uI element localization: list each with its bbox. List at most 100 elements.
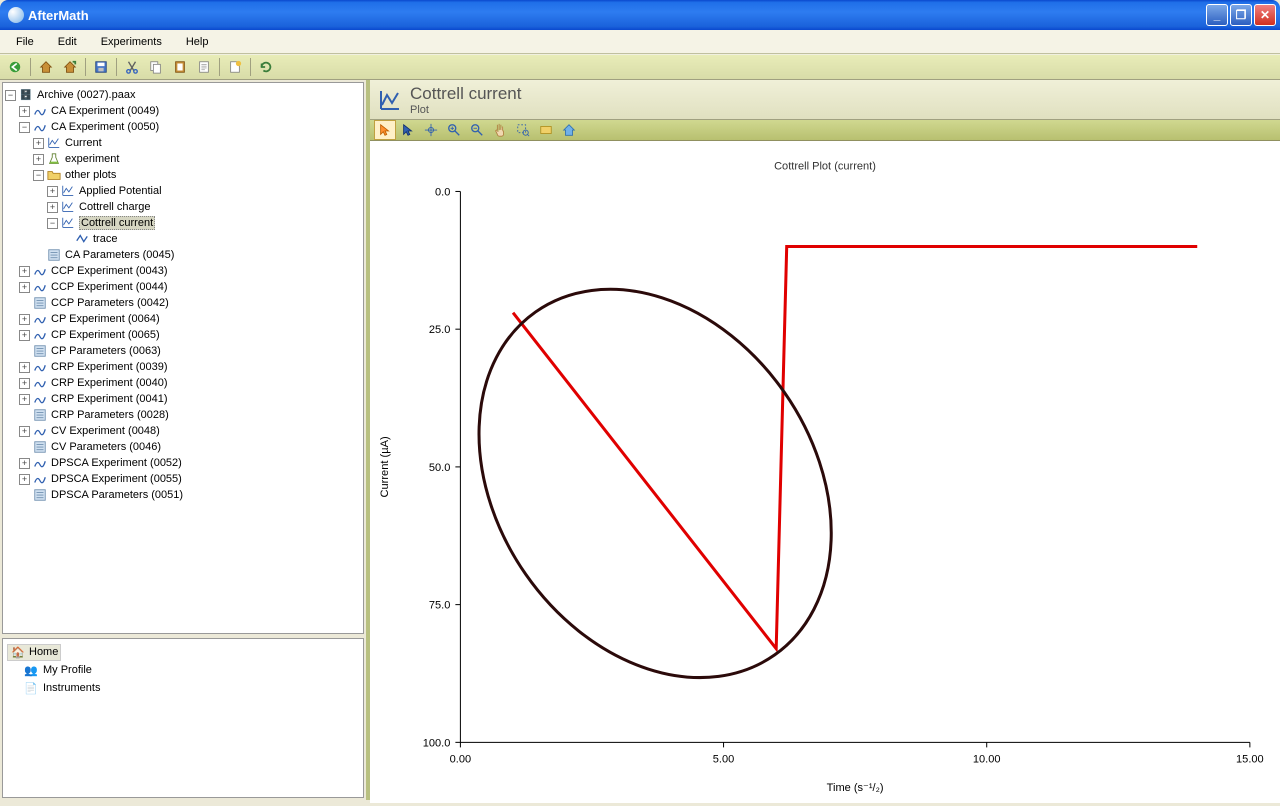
close-button[interactable]: ✕ <box>1254 4 1276 26</box>
home-button[interactable] <box>35 57 57 77</box>
svg-text:0.00: 0.00 <box>450 754 471 766</box>
tree-item[interactable]: +CV Experiment (0048) <box>5 423 361 439</box>
pan-tool-button[interactable] <box>489 120 511 140</box>
flask-icon <box>46 152 62 166</box>
expand-icon[interactable]: + <box>19 330 30 341</box>
svg-text:5.00: 5.00 <box>713 754 734 766</box>
expand-icon[interactable]: + <box>33 154 44 165</box>
new-experiment-button[interactable] <box>224 57 246 77</box>
tree-label: CCP Experiment (0043) <box>51 265 168 277</box>
menubar: File Edit Experiments Help <box>0 30 1280 54</box>
tree-item[interactable]: trace <box>5 231 361 247</box>
tree-label: CA Experiment (0049) <box>51 105 159 117</box>
plot-home-button[interactable] <box>558 120 580 140</box>
tree-item[interactable]: CRP Parameters (0028) <box>5 407 361 423</box>
tree-item[interactable]: +CP Experiment (0064) <box>5 311 361 327</box>
save-button[interactable] <box>90 57 112 77</box>
copy-button[interactable] <box>145 57 167 77</box>
tree-label: Applied Potential <box>79 185 162 197</box>
menu-edit[interactable]: Edit <box>48 33 87 51</box>
tree-item[interactable]: +Cottrell charge <box>5 199 361 215</box>
refresh-button[interactable] <box>255 57 277 77</box>
tree-label: Current <box>65 137 102 149</box>
expand-icon[interactable]: + <box>19 426 30 437</box>
tree-item[interactable]: + DPSCA Experiment (0055) <box>5 471 361 487</box>
collapse-icon[interactable]: − <box>33 170 44 181</box>
back-button[interactable] <box>4 57 26 77</box>
home-instruments[interactable]: 📄 Instruments <box>7 679 359 697</box>
tree-label: CV Parameters (0046) <box>51 441 161 453</box>
tree-item[interactable]: CCP Parameters (0042) <box>5 295 361 311</box>
params-icon <box>32 408 48 422</box>
profile-icon: 👥 <box>23 664 39 677</box>
tree-label: Cottrell current <box>79 216 155 230</box>
home-up-button[interactable] <box>59 57 81 77</box>
trace-icon <box>74 232 90 246</box>
tree-item[interactable]: + CCP Experiment (0043) <box>5 263 361 279</box>
expand-icon[interactable]: + <box>47 202 58 213</box>
zoom-in-button[interactable] <box>443 120 465 140</box>
menu-file[interactable]: File <box>6 33 44 51</box>
tree-item[interactable]: +CRP Experiment (0040) <box>5 375 361 391</box>
expand-icon[interactable]: + <box>19 394 30 405</box>
tree-item[interactable]: +experiment <box>5 151 361 167</box>
params-icon <box>46 248 62 262</box>
tree-item[interactable]: + DPSCA Experiment (0052) <box>5 455 361 471</box>
home-profile[interactable]: 👥 My Profile <box>7 661 359 679</box>
collapse-icon[interactable]: − <box>5 90 16 101</box>
tree-label: CRP Experiment (0041) <box>51 393 168 405</box>
tree-root[interactable]: − 🗄️ Archive (0027).paax <box>5 87 361 103</box>
tree-item[interactable]: +CRP Experiment (0039) <box>5 359 361 375</box>
paste-button[interactable] <box>169 57 191 77</box>
expand-icon[interactable]: + <box>19 266 30 277</box>
tree-item[interactable]: CV Parameters (0046) <box>5 439 361 455</box>
tree-label: DPSCA Experiment (0055) <box>51 473 182 485</box>
plot-icon <box>60 200 76 214</box>
maximize-button[interactable]: ❐ <box>1230 4 1252 26</box>
tree-item[interactable]: + Applied Potential <box>5 183 361 199</box>
tree-label: DPSCA Experiment (0052) <box>51 457 182 469</box>
expand-icon[interactable]: + <box>19 362 30 373</box>
expand-icon[interactable]: + <box>19 378 30 389</box>
expand-icon[interactable]: + <box>47 186 58 197</box>
home-header[interactable]: 🏠Home <box>7 643 359 661</box>
collapse-icon[interactable]: − <box>47 218 58 229</box>
crosshair-tool-button[interactable] <box>420 120 442 140</box>
tree-label: trace <box>93 233 117 245</box>
menu-help[interactable]: Help <box>176 33 219 51</box>
experiment-icon <box>32 456 48 470</box>
archive-tree[interactable]: − 🗄️ Archive (0027).paax + CA Experiment … <box>2 82 364 634</box>
cut-button[interactable] <box>121 57 143 77</box>
plot-toolbar <box>370 120 1280 141</box>
tree-item[interactable]: CP Parameters (0063) <box>5 343 361 359</box>
tree-item[interactable]: DPSCA Parameters (0051) <box>5 487 361 503</box>
zoom-region-button[interactable] <box>512 120 534 140</box>
collapse-icon[interactable]: − <box>19 122 30 133</box>
menu-experiments[interactable]: Experiments <box>91 33 172 51</box>
tree-item[interactable]: + CRP Experiment (0041) <box>5 391 361 407</box>
expand-icon[interactable]: + <box>33 138 44 149</box>
tree-item[interactable]: CA Parameters (0045) <box>5 247 361 263</box>
expand-icon[interactable]: + <box>19 314 30 325</box>
expand-icon[interactable]: + <box>19 474 30 485</box>
plot-canvas[interactable]: Cottrell Plot (current)0.025.050.075.010… <box>370 141 1280 803</box>
zoom-out-button[interactable] <box>466 120 488 140</box>
pointer-tool-button[interactable] <box>374 120 396 140</box>
tree-label: DPSCA Parameters (0051) <box>51 489 183 501</box>
expand-icon[interactable]: + <box>19 106 30 117</box>
minimize-button[interactable]: _ <box>1206 4 1228 26</box>
tree-item[interactable]: + CA Experiment (0049) <box>5 103 361 119</box>
params-icon <box>32 488 48 502</box>
fit-button[interactable] <box>535 120 557 140</box>
expand-icon[interactable]: + <box>19 282 30 293</box>
tree-item[interactable]: −CA Experiment (0050) <box>5 119 361 135</box>
select-tool-button[interactable] <box>397 120 419 140</box>
main-toolbar <box>0 54 1280 80</box>
tree-item[interactable]: −other plots <box>5 167 361 183</box>
tree-item[interactable]: + Current <box>5 135 361 151</box>
page-button[interactable] <box>193 57 215 77</box>
expand-icon[interactable]: + <box>19 458 30 469</box>
tree-item[interactable]: +CCP Experiment (0044) <box>5 279 361 295</box>
tree-item[interactable]: +CP Experiment (0065) <box>5 327 361 343</box>
tree-item-selected[interactable]: − Cottrell current <box>5 215 361 231</box>
